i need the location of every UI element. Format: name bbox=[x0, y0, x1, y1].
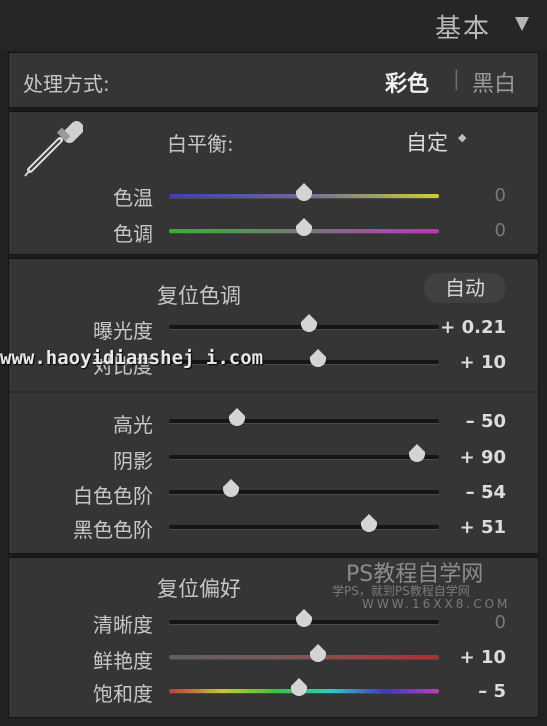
panel-header[interactable]: 基本 bbox=[0, 0, 547, 50]
option-separator: | bbox=[453, 66, 460, 90]
ps-watermark-url: WWW.16XX8.COM bbox=[362, 597, 511, 611]
wb-label: 白平衡: bbox=[167, 132, 234, 156]
basic-panel: 基本 处理方式: 彩色 | 黑白 白平衡: 自定 ◆ 色温 0 色调 0 复位色… bbox=[0, 0, 547, 726]
temp-label: 色温 bbox=[113, 186, 153, 210]
tint-value[interactable]: 0 bbox=[495, 220, 506, 241]
blacks-slider[interactable] bbox=[169, 525, 439, 529]
vibrance-value[interactable]: + 10 bbox=[460, 647, 506, 668]
vibrance-slider[interactable] bbox=[169, 655, 439, 659]
eyedropper-icon[interactable] bbox=[21, 118, 83, 180]
shadows-label: 阴影 bbox=[113, 449, 153, 473]
tint-label: 色调 bbox=[113, 222, 153, 246]
collapse-arrow-icon[interactable] bbox=[515, 17, 529, 31]
blacks-value[interactable]: + 51 bbox=[460, 517, 506, 538]
whites-label: 白色色阶 bbox=[73, 484, 153, 508]
temp-value[interactable]: 0 bbox=[495, 185, 506, 206]
shadows-slider[interactable] bbox=[169, 455, 439, 459]
exposure-label: 曝光度 bbox=[93, 319, 153, 343]
whites-slider[interactable] bbox=[169, 490, 439, 494]
white-balance-section: 白平衡: 自定 ◆ 色温 0 色调 0 bbox=[8, 111, 539, 255]
saturation-value[interactable]: – 5 bbox=[478, 681, 506, 702]
whites-value[interactable]: – 54 bbox=[466, 482, 506, 503]
reset-presence-button[interactable]: 复位偏好 bbox=[157, 573, 241, 603]
treatment-label: 处理方式: bbox=[23, 72, 110, 96]
clarity-label: 清晰度 bbox=[93, 613, 153, 637]
clarity-value[interactable]: 0 bbox=[495, 612, 506, 633]
auto-tone-button[interactable]: 自动 bbox=[424, 273, 506, 303]
panel-title: 基本 bbox=[434, 14, 491, 44]
color-option[interactable]: 彩色 bbox=[385, 66, 429, 98]
select-arrows-icon[interactable]: ◆ bbox=[458, 131, 466, 144]
highlights-value[interactable]: – 50 bbox=[466, 411, 506, 432]
site-watermark: www.haoyidianshej i.com bbox=[0, 347, 264, 369]
contrast-value[interactable]: + 10 bbox=[460, 352, 506, 373]
treatment-section: 处理方式: 彩色 | 黑白 bbox=[8, 52, 539, 108]
bw-option[interactable]: 黑白 bbox=[472, 66, 516, 98]
blacks-label: 黑色色阶 bbox=[73, 518, 153, 542]
shadows-value[interactable]: + 90 bbox=[460, 447, 506, 468]
highlights-slider[interactable] bbox=[169, 419, 439, 423]
highlights-label: 高光 bbox=[113, 413, 153, 437]
vibrance-label: 鲜艳度 bbox=[93, 649, 153, 673]
wb-preset-select[interactable]: 自定 bbox=[406, 127, 448, 157]
reset-tone-button[interactable]: 复位色调 bbox=[157, 280, 241, 310]
tone-group-divider bbox=[9, 391, 538, 393]
saturation-label: 饱和度 bbox=[93, 682, 153, 706]
exposure-value[interactable]: + 0.21 bbox=[440, 317, 506, 338]
